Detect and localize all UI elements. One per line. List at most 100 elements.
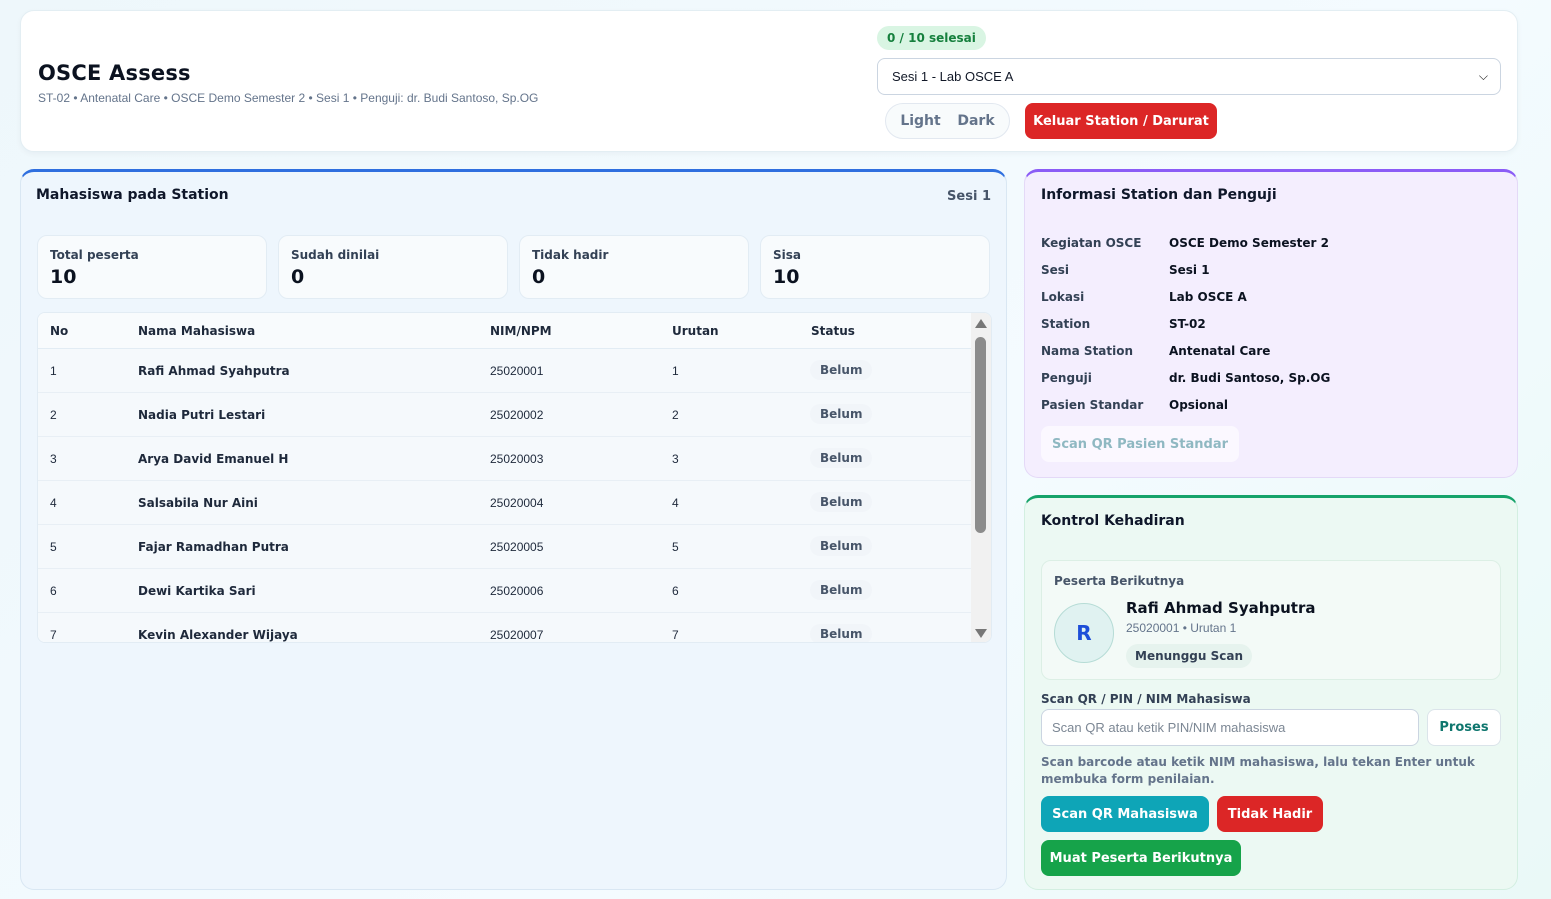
scan-input-label: Scan QR / PIN / NIM Mahasiswa: [1041, 692, 1251, 706]
info-key: Station: [1041, 317, 1091, 331]
scrollbar-thumb[interactable]: [975, 337, 986, 533]
next-participant-card: Peserta Berikutnya R Rafi Ahmad Syahputr…: [1041, 560, 1501, 680]
status-badge: Belum: [810, 624, 873, 642]
cell-no: 5: [50, 540, 57, 554]
table-row[interactable]: 2 Nadia Putri Lestari 25020002 2 Belum: [38, 393, 973, 437]
info-value: Opsional: [1169, 398, 1229, 412]
cell-name: Arya David Emanuel H: [138, 452, 289, 466]
station-subtitle: ST-02 • Antenatal Care • OSCE Demo Semes…: [38, 91, 539, 105]
app-header: OSCE Assess ST-02 • Antenatal Care • OSC…: [20, 10, 1518, 152]
next-participant-name: Rafi Ahmad Syahputra: [1126, 599, 1316, 617]
status-badge: Belum: [810, 580, 873, 600]
table-row[interactable]: 4 Salsabila Nur Aini 25020004 4 Belum: [38, 481, 973, 525]
next-participant-meta: 25020001 • Urutan 1: [1126, 621, 1237, 635]
info-key: Nama Station: [1041, 344, 1134, 358]
table-row[interactable]: 1 Rafi Ahmad Syahputra 25020001 1 Belum: [38, 349, 973, 393]
column-header-nim: NIM/NPM: [490, 324, 552, 338]
status-badge: Menunggu Scan: [1126, 644, 1253, 668]
cell-name: Nadia Putri Lestari: [138, 408, 266, 422]
attendance-panel: Kontrol Kehadiran Peserta Berikutnya R R…: [1024, 495, 1518, 890]
cell-nim: 25020007: [490, 628, 544, 642]
theme-dark-option[interactable]: Dark: [957, 113, 994, 129]
info-key: Lokasi: [1041, 290, 1085, 304]
cell-no: 1: [50, 364, 57, 378]
info-value: ST-02: [1169, 317, 1206, 331]
table-row[interactable]: 7 Kevin Alexander Wijaya 25020007 7 Belu…: [38, 613, 973, 642]
cell-order: 2: [672, 408, 679, 422]
exit-station-button[interactable]: Keluar Station / Darurat: [1025, 103, 1217, 139]
info-key: Kegiatan OSCE: [1041, 236, 1142, 250]
app-title: OSCE Assess: [38, 61, 191, 85]
scan-input[interactable]: [1041, 709, 1419, 746]
info-value: dr. Budi Santoso, Sp.OG: [1169, 371, 1331, 385]
column-header-order: Urutan: [672, 324, 719, 338]
session-select-value: Sesi 1 - Lab OSCE A: [892, 69, 1014, 84]
info-key: Pasien Standar: [1041, 398, 1144, 412]
theme-toggle[interactable]: Light Dark: [885, 103, 1010, 139]
cell-no: 3: [50, 452, 57, 466]
cell-order: 5: [672, 540, 679, 554]
info-panel-title: Informasi Station dan Penguji: [1041, 187, 1277, 203]
theme-light-option[interactable]: Light: [900, 113, 940, 129]
cell-nim: 25020001: [490, 364, 544, 378]
cell-name: Dewi Kartika Sari: [138, 584, 256, 598]
scan-standard-patient-button[interactable]: Scan QR Pasien Standar: [1041, 426, 1239, 462]
students-panel-title: Mahasiswa pada Station: [36, 187, 229, 203]
session-tag: Sesi 1: [947, 189, 991, 204]
load-next-participant-button[interactable]: Muat Peserta Berikutnya: [1041, 840, 1241, 876]
column-header-no: No: [50, 324, 69, 338]
stat-value: 0: [291, 266, 305, 288]
stat-value: 10: [50, 266, 77, 288]
cell-name: Rafi Ahmad Syahputra: [138, 364, 290, 378]
stat-label: Tidak hadir: [532, 248, 609, 262]
students-table: No Nama Mahasiswa NIM/NPM Urutan Status …: [37, 312, 992, 643]
cell-nim: 25020006: [490, 584, 544, 598]
mark-absent-button[interactable]: Tidak Hadir: [1217, 796, 1323, 832]
stat-absent: Tidak hadir 0: [519, 235, 749, 299]
cell-nim: 25020005: [490, 540, 544, 554]
table-header: No Nama Mahasiswa NIM/NPM Urutan Status: [38, 313, 973, 349]
stat-label: Sudah dinilai: [291, 248, 380, 262]
status-badge: Belum: [810, 492, 873, 512]
info-value: Antenatal Care: [1169, 344, 1271, 358]
avatar: R: [1054, 603, 1114, 663]
table-row[interactable]: 5 Fajar Ramadhan Putra 25020005 5 Belum: [38, 525, 973, 569]
progress-badge: 0 / 10 selesai: [877, 26, 986, 50]
scroll-down-arrow-icon[interactable]: [975, 629, 987, 638]
stat-remaining: Sisa 10: [760, 235, 990, 299]
status-badge: Belum: [810, 404, 873, 424]
info-key: Sesi: [1041, 263, 1070, 277]
table-row[interactable]: 3 Arya David Emanuel H 25020003 3 Belum: [38, 437, 973, 481]
cell-nim: 25020003: [490, 452, 544, 466]
process-button[interactable]: Proses: [1427, 709, 1501, 746]
table-scrollbar[interactable]: [971, 313, 991, 642]
scan-student-qr-button[interactable]: Scan QR Mahasiswa: [1041, 796, 1209, 832]
status-badge: Belum: [810, 448, 873, 468]
cell-order: 1: [672, 364, 679, 378]
station-info-panel: Informasi Station dan Penguji Kegiatan O…: [1024, 169, 1518, 478]
cell-name: Salsabila Nur Aini: [138, 496, 258, 510]
cell-no: 4: [50, 496, 57, 510]
cell-no: 6: [50, 584, 57, 598]
stat-label: Sisa: [773, 248, 801, 262]
column-header-name: Nama Mahasiswa: [138, 324, 256, 338]
info-value: Lab OSCE A: [1169, 290, 1247, 304]
table-row[interactable]: 6 Dewi Kartika Sari 25020006 6 Belum: [38, 569, 973, 613]
cell-order: 4: [672, 496, 679, 510]
attendance-panel-title: Kontrol Kehadiran: [1041, 513, 1185, 529]
cell-no: 7: [50, 628, 57, 642]
cell-order: 7: [672, 628, 679, 642]
session-select[interactable]: Sesi 1 - Lab OSCE A ⌵: [877, 58, 1501, 95]
cell-nim: 25020004: [490, 496, 544, 510]
info-value: OSCE Demo Semester 2: [1169, 236, 1329, 250]
stat-value: 10: [773, 266, 800, 288]
cell-name: Fajar Ramadhan Putra: [138, 540, 289, 554]
scan-hint: Scan barcode atau ketik NIM mahasiswa, l…: [1041, 755, 1475, 786]
cell-order: 3: [672, 452, 679, 466]
column-header-status: Status: [811, 324, 855, 338]
status-badge: Belum: [810, 360, 873, 380]
students-panel: Mahasiswa pada Station Sesi 1 Total pese…: [20, 169, 1007, 890]
status-badge: Belum: [810, 536, 873, 556]
stat-assessed: Sudah dinilai 0: [278, 235, 508, 299]
scroll-up-arrow-icon[interactable]: [975, 319, 987, 328]
